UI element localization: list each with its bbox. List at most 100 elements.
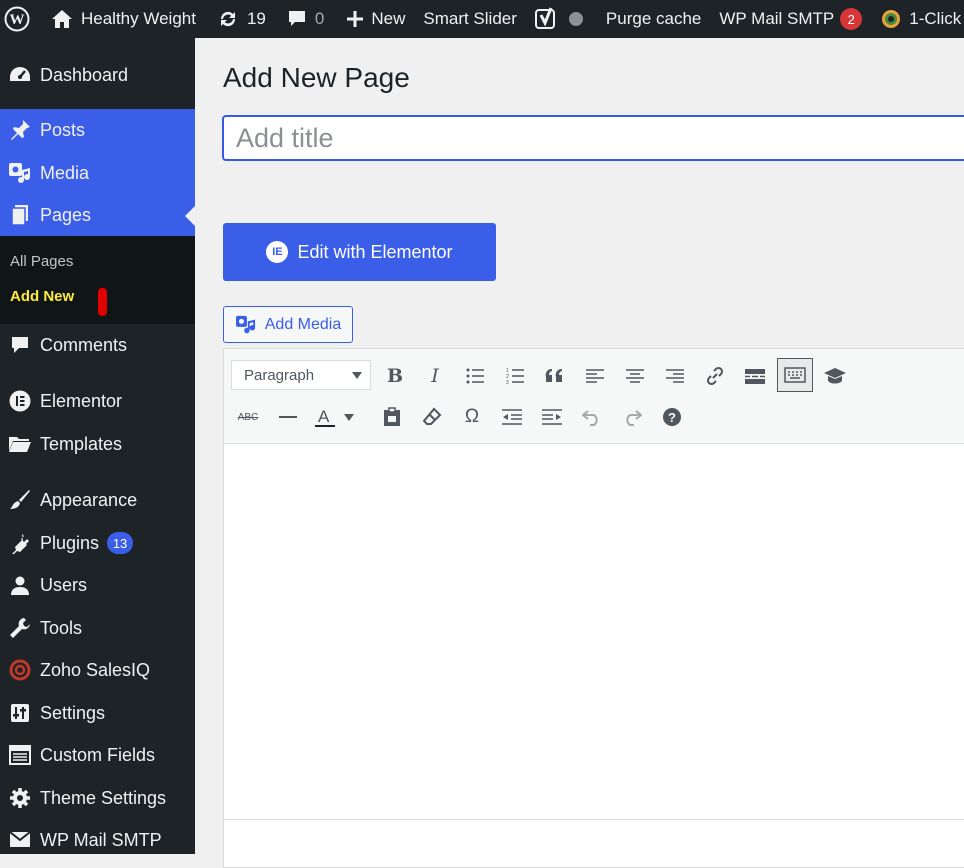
pages-icon: [0, 204, 40, 226]
comments-link[interactable]: 0: [275, 0, 333, 38]
add-media-button[interactable]: Add Media: [223, 306, 353, 343]
sidebar-item-wp-mail-smtp[interactable]: WP Mail SMTP: [0, 819, 195, 861]
submenu-item-add-new[interactable]: Add New: [10, 288, 74, 305]
svg-text:W: W: [10, 12, 25, 28]
strikethrough-button[interactable]: ABC: [233, 402, 263, 432]
one-click-screenshot-link[interactable]: 1-Click Scre: [871, 0, 964, 38]
insert-link-button[interactable]: [700, 361, 730, 391]
submenu-item-all-pages[interactable]: All Pages: [10, 253, 73, 270]
blockquote-icon: [545, 368, 562, 382]
sidebar-item-label: Appearance: [40, 489, 138, 510]
sidebar-item-custom-fields[interactable]: Custom Fields: [0, 734, 195, 776]
purge-cache-link[interactable]: Purge cache: [592, 0, 710, 38]
sidebar-item-settings[interactable]: Settings: [0, 692, 195, 734]
sidebar-item-label: Theme Settings: [40, 787, 167, 808]
sidebar-item-comments[interactable]: Comments: [0, 324, 195, 366]
undo-button[interactable]: [577, 402, 607, 432]
sidebar-item-pages[interactable]: Pages: [0, 194, 195, 236]
sidebar-item-label: Plugins: [40, 532, 100, 553]
bold-button[interactable]: B: [380, 361, 410, 391]
editor-content-area[interactable]: [224, 444, 964, 819]
sidebar-item-tools[interactable]: Tools: [0, 607, 195, 649]
current-menu-arrow: [185, 206, 195, 226]
wp-mail-smtp-link[interactable]: WP Mail SMTP 2: [710, 0, 871, 38]
yoast-link[interactable]: [526, 0, 592, 38]
read-more-icon: [745, 369, 765, 384]
undo-icon: [582, 410, 598, 426]
title-input[interactable]: [222, 115, 964, 161]
sidebar-item-label: Dashboard: [40, 64, 129, 85]
blockquote-button[interactable]: [540, 361, 570, 391]
decrease-indent-button[interactable]: [497, 402, 527, 432]
bullet-list-button[interactable]: [460, 361, 490, 391]
edit-with-elementor-label: Edit with Elementor: [297, 241, 453, 262]
chevron-down-icon: [344, 413, 354, 421]
align-right-button[interactable]: [660, 361, 690, 391]
camera-lens-icon: [882, 10, 901, 28]
site-name-link[interactable]: Healthy Weight: [39, 0, 205, 38]
one-click-label: 1-Click Scre: [909, 9, 964, 28]
sidebar-item-label: Templates: [40, 433, 123, 454]
increase-indent-button[interactable]: [537, 402, 567, 432]
align-center-icon: [626, 369, 644, 383]
keyboard-shortcuts-button[interactable]: ?: [657, 402, 687, 432]
gear-icon: [0, 787, 40, 809]
media-icon: [0, 162, 40, 184]
folder-icon: [0, 435, 40, 453]
comment-icon: [0, 335, 40, 355]
link-icon: [706, 366, 724, 386]
wordpress-logo-button[interactable]: W: [0, 0, 39, 38]
updates-count: 19: [246, 9, 266, 28]
tutorial-button[interactable]: [820, 361, 850, 391]
home-icon: [52, 10, 72, 28]
text-color-dropdown[interactable]: [341, 402, 357, 432]
sidebar-item-label: Zoho SalesIQ: [40, 659, 151, 680]
sidebar-item-label: Comments: [40, 334, 128, 355]
sidebar-item-theme-settings[interactable]: Theme Settings: [0, 777, 195, 819]
clear-formatting-button[interactable]: [417, 402, 447, 432]
table-icon: [0, 745, 40, 765]
elementor-logo-icon: IE: [266, 241, 289, 263]
add-media-icon: [235, 315, 255, 333]
sidebar-item-media[interactable]: Media: [0, 152, 195, 194]
sidebar-item-elementor[interactable]: Elementor: [0, 380, 195, 422]
sidebar-item-appearance[interactable]: Appearance: [0, 479, 195, 521]
align-left-button[interactable]: [580, 361, 610, 391]
site-name: Healthy Weight: [81, 9, 196, 28]
sidebar-item-posts[interactable]: Posts: [0, 109, 195, 151]
sidebar-item-templates[interactable]: Templates: [0, 423, 195, 465]
help-icon: ?: [663, 408, 681, 426]
paste-as-text-button[interactable]: [377, 402, 407, 432]
new-content-link[interactable]: New: [333, 0, 414, 38]
notification-badge: 2: [840, 8, 863, 30]
svg-text:3: 3: [506, 380, 509, 385]
special-character-button[interactable]: Ω: [457, 402, 487, 432]
text-color-button[interactable]: A: [313, 402, 337, 432]
italic-button[interactable]: I: [420, 361, 450, 391]
sidebar-item-plugins[interactable]: Plugins 13: [0, 522, 195, 564]
read-more-button[interactable]: [740, 361, 770, 391]
user-icon: [0, 575, 40, 595]
edit-with-elementor-button[interactable]: IE Edit with Elementor: [223, 223, 496, 281]
sidebar-item-label: Custom Fields: [40, 744, 156, 765]
indent-icon: [542, 409, 562, 425]
graduation-cap-icon: [824, 368, 846, 384]
toolbar-toggle-button[interactable]: [777, 358, 813, 392]
horizontal-line-button[interactable]: [273, 402, 303, 432]
sidebar-item-zoho-salesiq[interactable]: Zoho SalesIQ: [0, 649, 195, 691]
sidebar-item-dashboard[interactable]: Dashboard: [0, 54, 195, 96]
new-label: New: [371, 9, 406, 28]
admin-sidebar: Dashboard Posts Media Pages All Pages Ad…: [0, 38, 195, 854]
align-right-icon: [666, 369, 684, 383]
redo-button[interactable]: [617, 402, 647, 432]
align-center-button[interactable]: [620, 361, 650, 391]
outdent-icon: [502, 409, 522, 425]
sidebar-item-users[interactable]: Users: [0, 564, 195, 606]
highlight-marker: [98, 288, 107, 316]
updates-link[interactable]: 19: [205, 0, 275, 38]
format-select[interactable]: Paragraph: [231, 360, 371, 390]
sidebar-item-label: Posts: [40, 119, 86, 140]
numbered-list-button[interactable]: 123: [500, 361, 530, 391]
smart-slider-link[interactable]: Smart Slider: [414, 0, 526, 38]
comment-bubble-icon: [288, 11, 305, 26]
